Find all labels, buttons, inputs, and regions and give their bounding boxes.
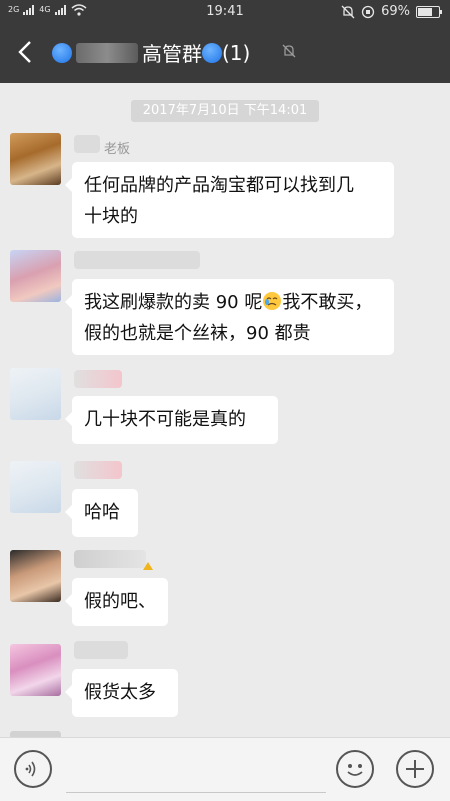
blue-dot-icon (52, 42, 72, 63)
alarm-icon (361, 5, 375, 18)
group-title[interactable]: 高管群 (1) (52, 38, 250, 67)
redacted-sender (74, 370, 122, 388)
voice-button[interactable] (14, 750, 52, 788)
avatar[interactable] (10, 368, 61, 420)
message-bubble[interactable]: 哈哈 (65, 489, 138, 537)
message-text: 几十块不可能是真的 (84, 409, 246, 430)
message-bubble[interactable]: 我这刷爆款的卖 90 呢我不敢买， 假的也就是个丝袜，90 都贵 (65, 279, 394, 355)
voice-icon (25, 761, 36, 777)
top-bar: 2G 4G 19:41 69% 高管群 (1) (0, 0, 450, 83)
redacted-sender (74, 135, 100, 153)
message-bubble[interactable]: 假的吧、 (65, 578, 168, 626)
message-bubble[interactable]: 任何品牌的产品淘宝都可以找到几 十块的 (65, 162, 394, 238)
mute-status-icon (341, 5, 355, 18)
mute-bell-icon (282, 44, 296, 58)
avatar[interactable] (10, 250, 61, 302)
message-input[interactable] (66, 750, 326, 793)
message-line: 任何品牌的产品淘宝都可以找到几 (84, 175, 354, 196)
blue-dot-icon (202, 42, 222, 63)
back-arrow-icon[interactable] (14, 38, 38, 66)
plus-button[interactable] (396, 750, 434, 788)
message-text: 哈哈 (84, 502, 120, 523)
sender-name: 老板 (104, 142, 131, 157)
timestamp: 2017年7月10日 下午14:01 (131, 100, 319, 122)
avatar[interactable] (10, 644, 61, 696)
chat-area[interactable]: 2017年7月10日 下午14:01 老板 任何品牌的产品淘宝都可以找到几 十块… (0, 83, 450, 737)
message-line: 假的也就是个丝袜，90 都贵 (84, 323, 311, 344)
redacted-sender (74, 550, 146, 568)
redacted-sender (74, 461, 122, 479)
emoji-icon (347, 764, 363, 776)
unread-count: (1) (222, 40, 251, 65)
redacted-sender (74, 641, 128, 659)
plus-icon (406, 760, 424, 778)
battery-percent: 69% (381, 4, 410, 19)
redacted-name (76, 42, 138, 63)
message-line: 十块的 (84, 206, 138, 227)
avatar[interactable] (10, 133, 61, 185)
message-line: 我这刷爆款的卖 90 呢我不敢买， (84, 287, 382, 318)
message-text: 我不敢买， (282, 292, 373, 313)
crying-emoji-icon (263, 292, 282, 310)
message-text: 假的吧、 (84, 591, 156, 612)
message-text: 我这刷爆款的卖 90 呢 (84, 292, 263, 313)
avatar[interactable] (10, 461, 61, 513)
status-bar: 2G 4G 19:41 69% (0, 0, 450, 24)
group-title-text: 高管群 (142, 42, 202, 66)
avatar[interactable] (10, 550, 61, 602)
battery-level (418, 7, 432, 16)
title-bar: 高管群 (1) (0, 26, 450, 80)
emoji-button[interactable] (336, 750, 374, 788)
input-bar (0, 737, 450, 801)
medal-icon (143, 562, 153, 570)
message-text: 假货太多 (84, 682, 156, 703)
battery-icon (416, 5, 442, 18)
redacted-sender (74, 251, 200, 269)
message-bubble[interactable]: 假货太多 (65, 669, 178, 717)
message-bubble[interactable]: 几十块不可能是真的 (65, 396, 278, 444)
